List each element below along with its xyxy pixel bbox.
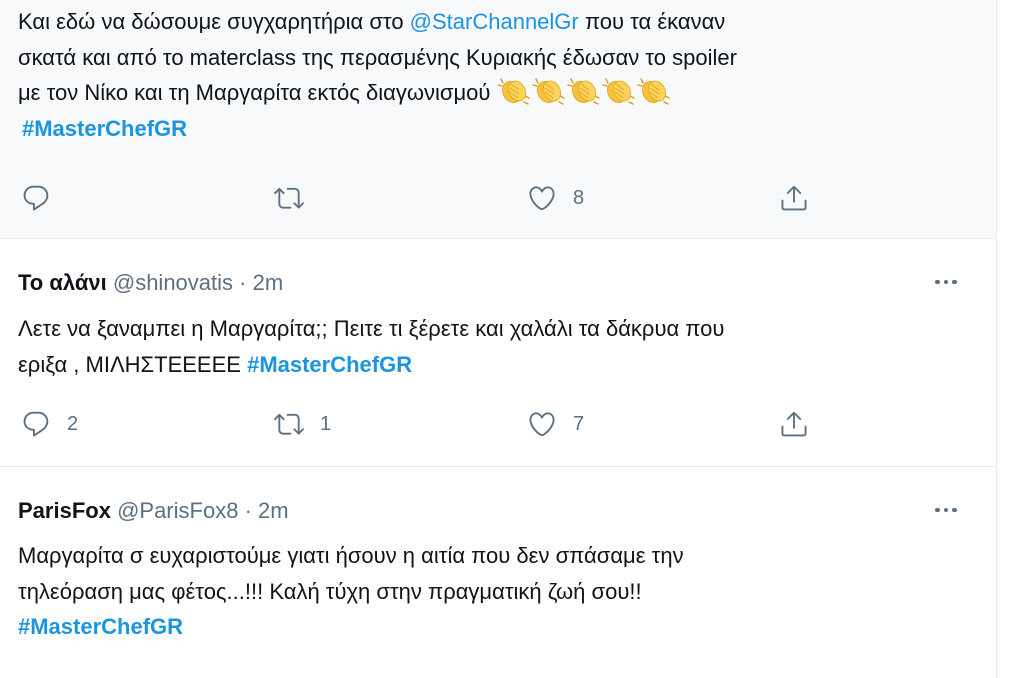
like-icon bbox=[527, 409, 557, 439]
more-options-button[interactable] bbox=[930, 272, 962, 292]
share-icon bbox=[779, 183, 809, 213]
reply-count: 2 bbox=[67, 412, 79, 435]
like-button[interactable]: 7 bbox=[527, 404, 584, 444]
tweet-text-line: τηλεόραση μας φέτος...!!! Καλή τύχη στην… bbox=[18, 578, 642, 604]
share-button[interactable] bbox=[779, 404, 809, 444]
separator-dot: · bbox=[239, 270, 247, 295]
tweet-text-line: με τον Νίκο και τη Μαργαρίτα εκτός διαγω… bbox=[18, 75, 737, 111]
text-segment: Και εδώ να δώσουμε συγχαρητήρια στο bbox=[18, 9, 410, 34]
tweet-text-line: σκατά και από το materclass της περασμέν… bbox=[18, 44, 737, 70]
retweet-button[interactable]: 1 bbox=[274, 404, 331, 444]
reply-icon bbox=[21, 409, 51, 439]
clapping-hands-emoji bbox=[567, 76, 601, 106]
tweet-timeline: Και εδώ να δώσουμε συγχαρητήρια στο @Sta… bbox=[0, 0, 996, 678]
retweet-icon bbox=[274, 183, 304, 213]
more-icon bbox=[933, 279, 959, 285]
hashtag-link[interactable]: #MasterChefGR bbox=[247, 352, 412, 377]
tweet-text-line: #MasterChefGR bbox=[18, 111, 737, 147]
hashtag-link[interactable]: #MasterChefGR bbox=[18, 614, 183, 639]
retweet-button[interactable] bbox=[274, 178, 320, 218]
share-button[interactable] bbox=[779, 178, 809, 218]
tweet-text: Και εδώ να δώσουμε συγχαρητήρια στο @Sta… bbox=[18, 4, 737, 146]
tweet-text: Μαργαρίτα σ ευχαριστούμε γιατι ήσουν η α… bbox=[18, 538, 684, 645]
tweet-actions: 8 bbox=[0, 178, 996, 218]
display-name[interactable]: ParisFox bbox=[18, 498, 111, 523]
reply-icon bbox=[21, 183, 51, 213]
timestamp[interactable]: 2m bbox=[258, 498, 289, 523]
more-options-button[interactable] bbox=[930, 500, 962, 520]
like-count: 7 bbox=[573, 412, 585, 435]
tweet-card[interactable]: ParisFox @ParisFox8 · 2m Μαργαρίτα σ ευχ… bbox=[0, 466, 996, 678]
tweet-text-line: Και εδώ να δώσουμε συγχαρητήρια στο @Sta… bbox=[18, 4, 737, 40]
retweet-count: 1 bbox=[320, 412, 332, 435]
display-name[interactable]: Το αλάνι bbox=[18, 270, 107, 295]
tweet-text-line: Λετε να ξαναμπει η Μαργαρίτα;; Πειτε τι … bbox=[18, 316, 725, 341]
retweet-icon bbox=[274, 409, 304, 439]
clapping-hands-emoji bbox=[602, 76, 636, 106]
tweet-card[interactable]: Το αλάνι @shinovatis · 2m Λετε να ξαναμπ… bbox=[0, 238, 996, 467]
separator-dot: · bbox=[244, 498, 252, 523]
tweet-card[interactable]: Και εδώ να δώσουμε συγχαρητήρια στο @Sta… bbox=[0, 0, 996, 239]
page-margin bbox=[996, 0, 1024, 678]
more-icon bbox=[933, 507, 959, 513]
like-icon bbox=[527, 183, 557, 213]
timestamp[interactable]: 2m bbox=[253, 270, 284, 295]
tweet-text: Λετε να ξαναμπει η Μαργαρίτα;; Πειτε τι … bbox=[18, 311, 724, 382]
reply-button[interactable] bbox=[21, 178, 67, 218]
like-button[interactable]: 8 bbox=[527, 178, 584, 218]
mention-link[interactable]: @StarChannelGr bbox=[410, 9, 579, 34]
clapping-hands-emoji-group bbox=[497, 80, 672, 105]
tweet-header: ParisFox @ParisFox8 · 2m bbox=[18, 498, 289, 524]
like-count: 8 bbox=[573, 186, 585, 209]
reply-button[interactable]: 2 bbox=[21, 404, 78, 444]
tweet-text-line: Μαργαρίτα σ ευχαριστούμε γιατι ήσουν η α… bbox=[18, 543, 684, 568]
text-segment: που τα έκαναν bbox=[578, 9, 726, 34]
hashtag-link[interactable]: #MasterChefGR bbox=[22, 116, 187, 141]
tweet-text-line: #MasterChefGR bbox=[18, 609, 684, 645]
share-icon bbox=[779, 409, 809, 439]
tweet-actions: 2 1 7 bbox=[0, 404, 996, 444]
clapping-hands-emoji bbox=[497, 76, 531, 106]
tweet-text-line: εριξα , ΜΙΛΗΣΤΕΕΕΕΕ #MasterChefGR bbox=[18, 347, 724, 383]
user-handle[interactable]: @ParisFox8 bbox=[117, 498, 238, 523]
text-segment: με τον Νίκο και τη Μαργαρίτα εκτός διαγω… bbox=[18, 80, 497, 105]
user-handle[interactable]: @shinovatis bbox=[113, 270, 233, 295]
text-segment: εριξα , ΜΙΛΗΣΤΕΕΕΕΕ bbox=[18, 351, 248, 377]
tweet-header: Το αλάνι @shinovatis · 2m bbox=[18, 270, 283, 296]
clapping-hands-emoji bbox=[637, 76, 671, 106]
clapping-hands-emoji bbox=[532, 76, 566, 106]
